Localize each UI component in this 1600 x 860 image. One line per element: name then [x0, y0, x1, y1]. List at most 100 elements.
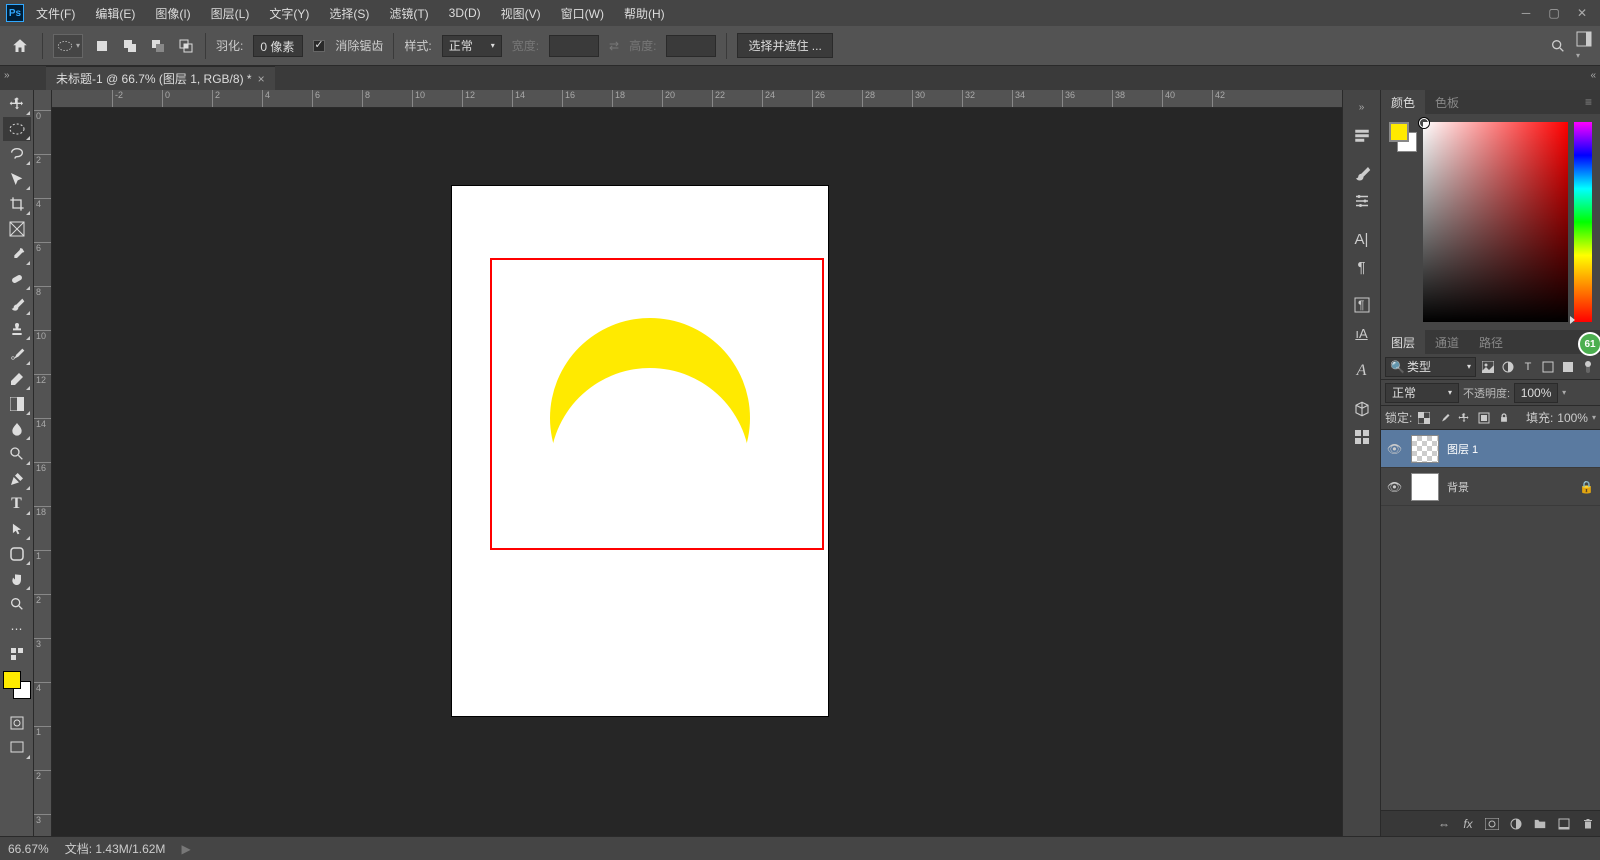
eraser-tool[interactable]: [3, 367, 31, 391]
tab-layers[interactable]: 图层: [1381, 329, 1425, 356]
current-tool-icon[interactable]: ▾: [53, 34, 83, 58]
color-field[interactable]: [1423, 122, 1568, 322]
filter-image-icon[interactable]: [1480, 359, 1496, 375]
document-tab[interactable]: 未标题-1 @ 66.7% (图层 1, RGB/8) * ×: [46, 66, 275, 90]
fill-input[interactable]: 100%: [1557, 411, 1588, 425]
expand-dock-icon[interactable]: »: [1347, 94, 1377, 120]
document-canvas[interactable]: [452, 186, 828, 716]
menu-type[interactable]: 文字(Y): [261, 1, 317, 26]
opacity-input[interactable]: 100%: [1514, 383, 1558, 403]
menu-window[interactable]: 窗口(W): [553, 1, 612, 26]
layer-thumbnail[interactable]: [1411, 435, 1439, 463]
menu-3d[interactable]: 3D(D): [441, 2, 489, 24]
statusbar-flyout-icon[interactable]: ▶: [181, 842, 190, 856]
close-tab-icon[interactable]: ×: [258, 72, 265, 86]
blend-mode-select[interactable]: 正常▾: [1385, 383, 1459, 403]
brush-settings-panel-icon[interactable]: [1347, 188, 1377, 214]
lock-artboard-icon[interactable]: [1476, 410, 1492, 426]
layer-fx-icon[interactable]: fx: [1460, 816, 1476, 832]
path-select-tool[interactable]: [3, 517, 31, 541]
window-minimize-icon[interactable]: ─: [1514, 5, 1538, 21]
antialias-checkbox[interactable]: [313, 40, 325, 52]
history-brush-tool[interactable]: [3, 342, 31, 366]
lasso-tool[interactable]: [3, 142, 31, 166]
tab-color[interactable]: 颜色: [1381, 89, 1425, 116]
group-layers-icon[interactable]: [1532, 816, 1548, 832]
marquee-tool[interactable]: [3, 117, 31, 141]
menu-filter[interactable]: 滤镜(T): [381, 1, 436, 26]
selection-intersect-icon[interactable]: [177, 37, 195, 55]
selection-new-icon[interactable]: [93, 37, 111, 55]
brushes-panel-icon[interactable]: [1347, 160, 1377, 186]
home-icon[interactable]: [8, 34, 32, 58]
visibility-icon[interactable]: 👁: [1387, 480, 1403, 494]
layer-mask-icon[interactable]: [1484, 816, 1500, 832]
history-panel-icon[interactable]: [1347, 122, 1377, 148]
move-tool[interactable]: [3, 92, 31, 116]
zoom-level[interactable]: 66.67%: [8, 842, 49, 856]
brush-tool[interactable]: [3, 292, 31, 316]
edit-toolbar-icon[interactable]: [3, 642, 31, 666]
menu-help[interactable]: 帮助(H): [616, 1, 673, 26]
glyphs-panel-icon[interactable]: ¶: [1347, 292, 1377, 318]
color-swatches[interactable]: [3, 671, 31, 699]
menu-layer[interactable]: 图层(L): [203, 1, 258, 26]
hue-slider[interactable]: [1574, 122, 1592, 322]
styles-panel-icon[interactable]: A: [1347, 358, 1377, 384]
feather-input[interactable]: 0 像素: [253, 35, 303, 57]
foreground-color-swatch[interactable]: [3, 671, 21, 689]
more-tools-icon[interactable]: ⋯: [3, 617, 31, 641]
pen-tool[interactable]: [3, 467, 31, 491]
tab-channels[interactable]: 通道: [1425, 329, 1469, 356]
paragraph-panel-icon[interactable]: ¶: [1347, 254, 1377, 280]
screenmode-icon[interactable]: [3, 736, 31, 760]
link-layers-icon[interactable]: ⇔: [1436, 816, 1452, 832]
workspace-icon[interactable]: ▾: [1576, 31, 1592, 61]
char-style-panel-icon[interactable]: ıA: [1347, 320, 1377, 346]
search-icon[interactable]: [1550, 38, 1566, 54]
dodge-tool[interactable]: [3, 442, 31, 466]
adjustment-layer-icon[interactable]: [1508, 816, 1524, 832]
select-and-mask-button[interactable]: 选择并遮住 ...: [737, 33, 832, 58]
stamp-tool[interactable]: [3, 317, 31, 341]
layer-filter-select[interactable]: 🔍 类型▾: [1385, 357, 1476, 377]
floating-badge[interactable]: 61: [1578, 332, 1600, 356]
layer-item[interactable]: 👁图层 1: [1381, 430, 1600, 468]
lock-trans-icon[interactable]: [1416, 410, 1432, 426]
canvas-area[interactable]: -202468101214161820222426283032343638404…: [52, 90, 1342, 836]
visibility-icon[interactable]: 👁: [1387, 442, 1403, 456]
quickmask-icon[interactable]: [3, 711, 31, 735]
menu-file[interactable]: 文件(F): [28, 1, 83, 26]
style-select[interactable]: 正常▾: [442, 35, 502, 57]
menu-edit[interactable]: 编辑(E): [87, 1, 143, 26]
gradient-tool[interactable]: [3, 392, 31, 416]
lock-pos-icon[interactable]: [1456, 410, 1472, 426]
properties-panel-icon[interactable]: [1347, 424, 1377, 450]
eyedropper-tool[interactable]: [3, 242, 31, 266]
3d-panel-icon[interactable]: [1347, 396, 1377, 422]
menu-select[interactable]: 选择(S): [321, 1, 377, 26]
lock-all-icon[interactable]: [1496, 410, 1512, 426]
layer-name[interactable]: 背景: [1447, 479, 1571, 495]
lock-paint-icon[interactable]: [1436, 410, 1452, 426]
frame-tool[interactable]: [3, 217, 31, 241]
window-maximize-icon[interactable]: ▢: [1542, 5, 1566, 21]
crop-tool[interactable]: [3, 192, 31, 216]
panel-menu-icon[interactable]: ≡: [1577, 91, 1600, 113]
filter-type-icon[interactable]: T: [1520, 359, 1536, 375]
layer-item[interactable]: 👁背景🔒: [1381, 468, 1600, 506]
tab-paths[interactable]: 路径: [1469, 329, 1513, 356]
filter-smart-icon[interactable]: [1560, 359, 1576, 375]
delete-layer-icon[interactable]: [1580, 816, 1596, 832]
healing-tool[interactable]: [3, 267, 31, 291]
menu-view[interactable]: 视图(V): [493, 1, 549, 26]
hand-tool[interactable]: [3, 567, 31, 591]
filter-shape-icon[interactable]: [1540, 359, 1556, 375]
type-tool[interactable]: T: [3, 492, 31, 516]
selection-sub-icon[interactable]: [149, 37, 167, 55]
filter-adjust-icon[interactable]: [1500, 359, 1516, 375]
filter-toggle-icon[interactable]: [1580, 359, 1596, 375]
quick-select-tool[interactable]: [3, 167, 31, 191]
character-panel-icon[interactable]: A|: [1347, 226, 1377, 252]
menu-image[interactable]: 图像(I): [147, 1, 198, 26]
